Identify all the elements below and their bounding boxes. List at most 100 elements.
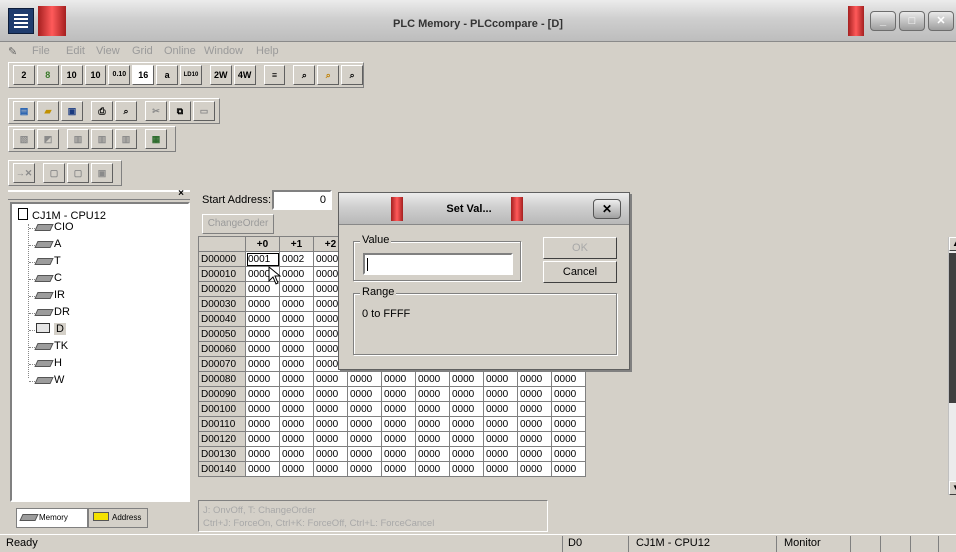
memory-cell[interactable]: 0000 [279,341,314,357]
online-icon[interactable]: ▦ [145,129,167,149]
memory-cell[interactable]: 0000 [279,401,314,417]
scroll-thumb[interactable] [949,253,956,403]
dialog-close-button[interactable]: ✕ [593,199,621,219]
memory-cell[interactable]: 0000 [483,371,518,387]
memory-cell[interactable]: 0000 [245,386,280,402]
cancel-button[interactable]: Cancel [543,261,617,283]
memory-cell[interactable]: 0000 [245,371,280,387]
memory-cell[interactable]: 0000 [313,431,348,447]
change-order-icon[interactable]: →✕ [13,163,35,183]
memory-cell[interactable]: 0000 [347,416,382,432]
memory-cell[interactable]: 0000 [551,431,586,447]
menu-file[interactable]: File [32,45,50,57]
menu-view[interactable]: View [96,45,120,57]
memory-cell[interactable]: 0000 [551,386,586,402]
memory-cell[interactable]: 0000 [483,446,518,462]
signed-decimal-button[interactable]: 10 [84,65,107,85]
tree-item-a[interactable]: A [36,238,61,252]
transfer-from-plc-icon[interactable]: ▥ [91,129,113,149]
memory-cell[interactable]: 0000 [517,416,552,432]
memory-cell[interactable]: 0000 [415,371,450,387]
scroll-down-icon[interactable]: ▼ [949,481,956,495]
tree-item-c[interactable]: C [36,272,62,286]
memory-cell[interactable]: 0000 [245,401,280,417]
force-off-icon[interactable]: ▢ [67,163,89,183]
title-bar[interactable]: PLC Memory - PLCcompare - [D] _ □ ✕ [0,0,956,42]
memory-cell[interactable]: 0000 [381,431,416,447]
memory-cell[interactable]: 0000 [381,401,416,417]
octal-button[interactable]: 8 [36,65,59,85]
memory-cell[interactable]: 0000 [449,416,484,432]
hex-button[interactable]: 16 [132,65,155,85]
transfer-to-plc-icon[interactable]: ▥ [67,129,89,149]
memory-cell[interactable]: 0000 [381,371,416,387]
memory-cell[interactable]: 0000 [279,461,314,477]
memory-cell[interactable]: 0000 [313,461,348,477]
float-button[interactable]: LD10 [180,65,202,85]
menu-window[interactable]: Window [204,45,243,57]
list-view-button[interactable]: ≡ [263,65,286,85]
memory-cell[interactable]: 0001 [245,251,280,267]
memory-cell[interactable]: 0000 [245,431,280,447]
memory-cell[interactable]: 0000 [313,446,348,462]
memory-cell[interactable]: 0000 [483,386,518,402]
memory-cell[interactable]: 0000 [381,386,416,402]
tree-item-dr[interactable]: DR [36,306,70,320]
value-input[interactable] [363,253,513,275]
memory-cell[interactable]: 0000 [517,401,552,417]
ascii-button[interactable]: a [156,65,179,85]
print-preview-icon[interactable]: ⌕ [115,101,137,121]
tree-item-w[interactable]: W [36,374,64,388]
memory-cell[interactable]: 0000 [483,401,518,417]
memory-cell[interactable]: 0000 [415,401,450,417]
memory-cell[interactable]: 0000 [245,446,280,462]
zoom-out-icon[interactable]: ⌕ [293,65,316,85]
memory-cell[interactable]: 0000 [415,446,450,462]
memory-cell[interactable]: 0000 [347,431,382,447]
memory-cell[interactable]: 0000 [449,446,484,462]
memory-cell[interactable]: 0000 [517,386,552,402]
decimal-button[interactable]: 10 [60,65,83,85]
new-icon[interactable]: ▤ [13,101,35,121]
memory-cell[interactable]: 0000 [415,386,450,402]
force-cancel-icon[interactable]: ▣ [91,163,113,183]
scroll-up-icon[interactable]: ▲ [949,237,956,251]
memory-cell[interactable]: 0000 [279,431,314,447]
two-word-button[interactable]: 2W [209,65,232,85]
ok-button[interactable]: OK [543,237,617,259]
memory-cell[interactable]: 0000 [381,416,416,432]
memory-cell[interactable]: 0002 [279,251,314,267]
memory-cell[interactable]: 0000 [415,416,450,432]
tree-item-cio[interactable]: CIO [36,221,74,235]
memory-cell[interactable]: 0000 [245,356,280,372]
maximize-button[interactable]: □ [899,11,925,31]
memory-cell[interactable]: 0000 [279,296,314,312]
memory-cell[interactable]: 0000 [347,371,382,387]
panel-close-icon[interactable]: × [175,189,187,200]
tree-root[interactable]: CJ1M - CPU12 [18,208,106,222]
cut-icon[interactable]: ✂ [145,101,167,121]
paste-icon[interactable]: ▭ [193,101,215,121]
four-word-button[interactable]: 4W [233,65,256,85]
binary-button[interactable]: 2 [13,65,35,85]
memory-cell[interactable]: 0000 [245,416,280,432]
menu-online[interactable]: Online [164,45,196,57]
print-icon[interactable]: ⎙ [91,101,113,121]
memory-cell[interactable]: 0000 [483,461,518,477]
bcd-button[interactable]: 0.10 [108,65,131,85]
memory-cell[interactable]: 0000 [279,326,314,342]
memory-cell[interactable]: 0000 [449,461,484,477]
save-icon[interactable]: ▣ [61,101,83,121]
open-folder-icon[interactable]: ▰ [37,101,59,121]
memory-cell[interactable]: 0000 [381,461,416,477]
memory-cell[interactable]: 0000 [449,371,484,387]
dialog-title-bar[interactable]: Set Val... ✕ [339,193,629,225]
memory-cell[interactable]: 0000 [279,356,314,372]
memory-cell[interactable]: 0000 [551,401,586,417]
menu-help[interactable]: Help [256,45,279,57]
memory-cell[interactable]: 0000 [415,431,450,447]
memory-cell[interactable]: 0000 [245,341,280,357]
compare-icon[interactable]: ▥ [115,129,137,149]
tree-item-d[interactable]: D [36,323,66,337]
memory-cell[interactable]: 0000 [483,431,518,447]
